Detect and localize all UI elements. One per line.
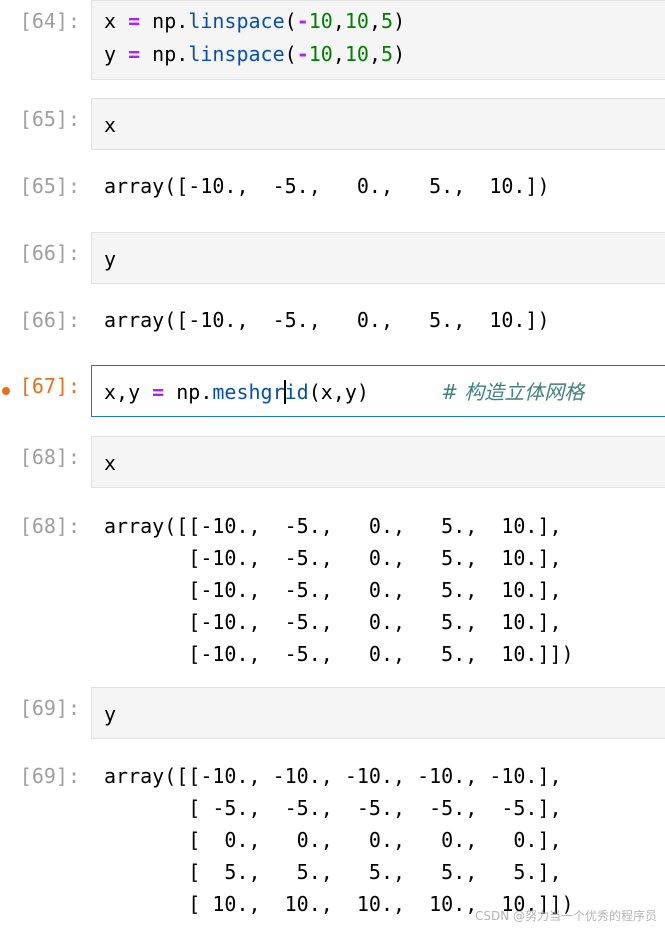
execution-count: [68]: — [19, 445, 80, 469]
execution-count: [69]: — [19, 696, 80, 720]
code-token: linspace — [188, 42, 285, 66]
code-token: 10 — [344, 42, 369, 66]
input-cell[interactable]: [69]: y — [0, 687, 665, 739]
code-token: (x,y) — [308, 380, 442, 404]
output-cell: [66]: array([-10., -5., 0., 5., 10.]) — [0, 302, 665, 342]
code-token: x,y — [104, 380, 153, 404]
code-token: , — [332, 9, 345, 33]
output-cell: [68]: array([[-10., -5., 0., 5., 10.], [-… — [0, 508, 665, 668]
code-token: np. — [140, 9, 189, 33]
code-token: 5 — [381, 9, 394, 33]
code-token: x — [104, 9, 129, 33]
code-token: np. — [140, 42, 189, 66]
code-token: , — [332, 42, 345, 66]
execution-count: [69]: — [19, 764, 80, 788]
code-token: x — [104, 451, 117, 475]
code-token: 10 — [344, 9, 369, 33]
code-token: ( — [284, 9, 297, 33]
code-text[interactable]: x — [104, 109, 116, 142]
code-token: , — [368, 42, 382, 66]
code-token: = — [128, 42, 141, 66]
code-line: x,y = np.meshgrid(x,y) # 构造立体网格 — [104, 376, 584, 409]
code-token: 5 — [381, 42, 394, 66]
code-line: y — [104, 243, 116, 276]
code-editor[interactable]: x = np.linspace(-10,10,5) y = np.linspace… — [91, 0, 665, 80]
code-token: - — [296, 42, 309, 66]
code-token: y — [104, 42, 129, 66]
code-token: ( — [284, 42, 297, 66]
code-token: y — [104, 247, 117, 271]
input-cell[interactable]: [66]: y — [0, 232, 665, 284]
code-token: ) — [393, 42, 406, 66]
code-editor[interactable]: x,y = np.meshgrid(x,y) # 构造立体网格 — [91, 365, 665, 417]
code-line: x — [104, 447, 116, 480]
code-token: id — [284, 380, 309, 404]
code-line: y = np.linspace(-10,10,5) — [104, 38, 405, 71]
code-token: np. — [164, 380, 213, 404]
code-token: = — [152, 380, 165, 404]
active-cell-indicator-icon — [2, 387, 10, 395]
output-text: array([-10., -5., 0., 5., 10.]) — [104, 308, 550, 332]
code-token: = — [128, 9, 141, 33]
code-editor[interactable]: y — [91, 232, 665, 284]
execution-count: [65]: — [19, 107, 80, 131]
code-line: x — [104, 109, 116, 142]
execution-count: [66]: — [19, 241, 80, 265]
code-text[interactable]: x — [104, 447, 116, 480]
code-token: 10 — [308, 9, 333, 33]
code-token: , — [368, 9, 382, 33]
output-text: array([[-10., -10., -10., -10., -10.], [… — [104, 764, 574, 916]
output-text: array([-10., -5., 0., 5., 10.]) — [104, 174, 550, 198]
input-cell[interactable]: [68]: x — [0, 436, 665, 488]
execution-count: [66]: — [19, 308, 80, 332]
output-cell: [65]: array([-10., -5., 0., 5., 10.]) — [0, 168, 665, 208]
code-token: meshgr — [212, 380, 285, 404]
code-editor[interactable]: x — [91, 98, 665, 150]
execution-count: [68]: — [19, 514, 80, 538]
execution-count: [64]: — [19, 9, 80, 33]
execution-count: [67]: — [19, 374, 80, 398]
code-line: x = np.linspace(-10,10,5) — [104, 5, 405, 38]
code-token: ) — [393, 9, 406, 33]
code-token: 10 — [308, 42, 333, 66]
execution-count: [65]: — [19, 174, 80, 198]
code-text[interactable]: y — [104, 698, 116, 731]
code-text[interactable]: x = np.linspace(-10,10,5) y = np.linspace… — [104, 5, 405, 71]
input-cell[interactable]: [64]: x = np.linspace(-10,10,5) y = np.lin… — [0, 0, 665, 80]
code-token: # 构造立体网格 — [441, 380, 585, 404]
code-token: x — [104, 113, 117, 137]
watermark: CSDN @努力当一个优秀的程序员 — [474, 909, 657, 923]
code-token: linspace — [188, 9, 285, 33]
code-token: - — [296, 9, 309, 33]
input-cell[interactable]: [65]: x — [0, 98, 665, 150]
code-editor[interactable]: x — [91, 436, 665, 488]
code-editor[interactable]: y — [91, 687, 665, 739]
code-token: y — [104, 702, 117, 726]
code-text[interactable]: x,y = np.meshgrid(x,y) # 构造立体网格 — [104, 376, 584, 409]
input-cell[interactable]: [67]: x,y = np.meshgrid(x,y) # 构造立体网格 — [0, 365, 665, 417]
output-cell: [69]: array([[-10., -10., -10., -10., -10… — [0, 758, 665, 918]
code-line: y — [104, 698, 116, 731]
code-text[interactable]: y — [104, 243, 116, 276]
output-text: array([[-10., -5., 0., 5., 10.], [-10., … — [104, 514, 574, 666]
